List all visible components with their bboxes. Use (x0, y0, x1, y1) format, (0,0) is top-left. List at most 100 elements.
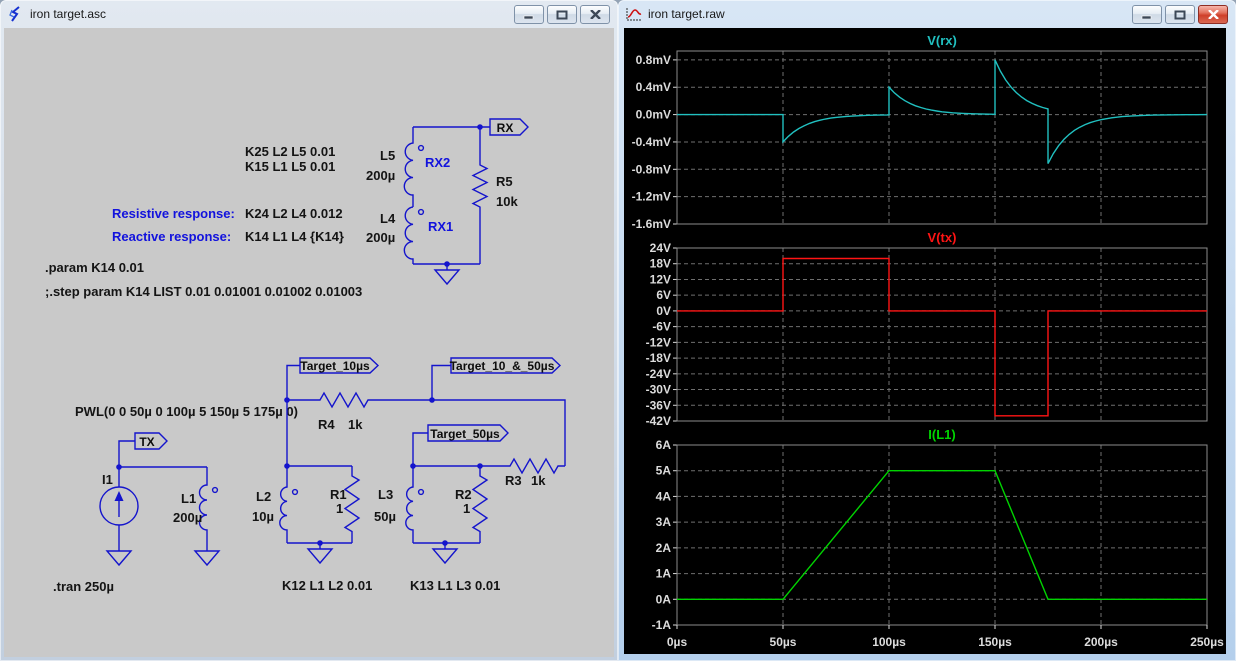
close-button[interactable] (1198, 5, 1228, 24)
y-tick-label: -30V (646, 383, 671, 397)
resistor-R4[interactable] (287, 393, 432, 407)
label-L5-value: 200µ (366, 168, 395, 183)
flag-label: RX (497, 121, 514, 135)
y-tick-label: 6A (656, 438, 672, 452)
y-tick-label: -18V (646, 351, 671, 365)
ground-symbol (308, 543, 457, 563)
resistor-R2[interactable] (473, 466, 487, 543)
label-R4-name: R4 (318, 417, 335, 432)
y-tick-label: -36V (646, 398, 671, 412)
maximize-button[interactable] (1165, 5, 1195, 24)
label-R2-value: 1 (463, 501, 470, 516)
label-L5-name: L5 (380, 148, 395, 163)
y-tick-label: -0.4mV (632, 135, 671, 149)
inductor-L1[interactable] (200, 467, 218, 545)
text-k13: K13 L1 L3 0.01 (410, 578, 500, 593)
y-tick-label: 0V (656, 304, 671, 318)
y-tick-label: 12V (650, 272, 671, 286)
schematic-canvas[interactable]: K25 L2 L5 0.01 K15 L1 L5 0.01 Resistive … (4, 28, 614, 657)
y-tick-label: 18V (650, 257, 671, 271)
close-icon (590, 10, 601, 19)
trace-vrx (677, 60, 1207, 164)
target-wires[interactable] (287, 366, 565, 544)
phase-dot-icon (419, 210, 424, 215)
text-k12: K12 L1 L2 0.01 (282, 578, 372, 593)
inductor-L5[interactable] (404, 127, 423, 207)
minimize-icon (523, 10, 535, 19)
net-flag-Target-10-and-50us[interactable]: Target_10_&_50µs (450, 358, 560, 373)
y-tick-label: 5A (656, 464, 672, 478)
text-k24: K24 L2 L4 0.012 (245, 206, 343, 221)
y-tick-label: 0.8mV (636, 53, 671, 67)
inductor-L2[interactable] (280, 466, 298, 543)
label-RX1: RX1 (428, 219, 453, 234)
label-R3-value: 1k (531, 473, 546, 488)
text-pwl: PWL(0 0 50µ 0 100µ 5 150µ 5 175µ 0) (75, 404, 298, 419)
arrow-up-icon (115, 491, 124, 501)
close-icon (1208, 10, 1219, 19)
trace-il1 (677, 471, 1207, 600)
waveform-plot-area[interactable]: V(rx)0.8mV0.4mV0.0mV-0.4mV-0.8mV-1.2mV-1… (624, 28, 1226, 654)
phase-dot-icon (419, 146, 424, 151)
ground-symbol (435, 264, 459, 284)
text-reactive-response: Reactive response: (112, 229, 231, 244)
y-tick-label: -1.2mV (632, 190, 671, 204)
label-L1-value: 200µ (173, 510, 202, 525)
net-flag-RX[interactable]: RX (490, 119, 528, 135)
minimize-button[interactable] (514, 5, 544, 24)
phase-dot-icon (419, 490, 424, 495)
text-k14: K14 L1 L4 {K14} (245, 229, 344, 244)
label-R1-value: 1 (336, 501, 343, 516)
rx-circuit-wires[interactable] (413, 127, 490, 264)
flag-label: Target_10µs (300, 359, 370, 373)
net-flag-TX[interactable]: TX (135, 433, 167, 449)
label-L2-value: 10µ (252, 509, 274, 524)
phase-dot-icon (213, 488, 218, 493)
maximize-button[interactable] (547, 5, 577, 24)
y-tick-label: -12V (646, 335, 671, 349)
close-button[interactable] (580, 5, 610, 24)
minimize-button[interactable] (1132, 5, 1162, 24)
y-tick-label: 0.0mV (636, 108, 671, 122)
text-k15: K15 L1 L5 0.01 (245, 159, 335, 174)
x-tick-label: 100µs (872, 635, 906, 649)
resistor-R1[interactable] (345, 466, 359, 543)
y-tick-label: -1A (652, 618, 672, 632)
minimize-icon (1141, 10, 1153, 19)
label-L4-value: 200µ (366, 230, 395, 245)
label-R4-value: 1k (348, 417, 363, 432)
y-tick-label: 2A (656, 541, 672, 555)
y-tick-label: 0A (656, 592, 672, 606)
label-R2-name: R2 (455, 487, 472, 502)
label-I1-name: I1 (102, 472, 113, 487)
x-tick-label: 250µs (1190, 635, 1224, 649)
label-L3-value: 50µ (374, 509, 396, 524)
pane-title-vrx: V(rx) (927, 33, 957, 48)
waveform-panes[interactable]: V(rx)0.8mV0.4mV0.0mV-0.4mV-0.8mV-1.2mV-1… (624, 28, 1226, 654)
resistor-R3[interactable] (480, 459, 565, 473)
net-flag-Target-10us[interactable]: Target_10µs (300, 358, 378, 373)
label-R1-name: R1 (330, 487, 347, 502)
pane-title-vtx: V(tx) (928, 230, 957, 245)
inductor-L3[interactable] (406, 466, 424, 543)
text-param-directive: .param K14 0.01 (45, 260, 144, 275)
inductor-L4[interactable] (404, 207, 423, 264)
label-R3-name: R3 (505, 473, 522, 488)
waveform-pane-vrx[interactable]: V(rx)0.8mV0.4mV0.0mV-0.4mV-0.8mV-1.2mV-1… (632, 33, 1207, 231)
y-tick-label: 24V (650, 241, 671, 255)
phase-dot-icon (293, 490, 298, 495)
y-tick-label: 4A (656, 489, 672, 503)
net-flag-Target-50us[interactable]: Target_50µs (428, 425, 508, 441)
label-RX2: RX2 (425, 155, 450, 170)
y-tick-label: -1.6mV (632, 217, 671, 231)
waveform-pane-vtx[interactable]: V(tx)24V18V12V6V0V-6V-12V-18V-24V-30V-36… (646, 230, 1207, 428)
flag-label: Target_50µs (430, 427, 500, 441)
x-tick-label: 200µs (1084, 635, 1118, 649)
resistor-R5[interactable] (473, 127, 487, 264)
y-tick-label: 1A (656, 567, 672, 581)
ltspice-schematic-icon (8, 6, 24, 22)
flag-label: TX (139, 435, 154, 449)
current-source-I1[interactable] (100, 487, 138, 525)
waveform-pane-il1[interactable]: I(L1)6A5A4A3A2A1A0A-1A0µs50µs100µs150µs2… (652, 427, 1224, 649)
maximize-icon (556, 10, 568, 20)
